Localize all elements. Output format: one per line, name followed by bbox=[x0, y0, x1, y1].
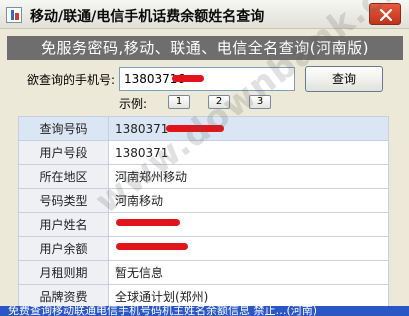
field-value: 河南郑州移动 bbox=[108, 164, 389, 189]
table-row: 月租则期 暂无信息 bbox=[18, 260, 389, 285]
banner-heading: 免服务密码,移动、联通、电信全名查询(河南版) bbox=[7, 36, 403, 60]
number-redaction bbox=[166, 125, 224, 132]
phone-input[interactable] bbox=[119, 67, 295, 91]
field-label: 品牌资费 bbox=[18, 284, 109, 309]
table-row: 用户姓名 bbox=[18, 212, 389, 237]
field-label: 所在地区 bbox=[18, 164, 109, 189]
field-value: 1380371 bbox=[108, 140, 389, 165]
name-redaction bbox=[116, 219, 180, 226]
field-value: 暂无信息 bbox=[108, 260, 389, 285]
example-button-1[interactable]: 1 bbox=[168, 95, 190, 109]
footer-strip: 免费查询移动联通电信手机号码机主姓名余额信息 禁止…(河南) bbox=[0, 306, 409, 316]
title-bar[interactable]: 移动/联通/电信手机话费余额姓名查询 bbox=[0, 0, 409, 29]
table-row: 用户余额 bbox=[18, 236, 389, 261]
table-row: 品牌资费 全球通计划(郑州) bbox=[18, 284, 389, 309]
field-value: 河南移动 bbox=[108, 188, 389, 213]
query-button[interactable]: 查询 bbox=[305, 66, 383, 92]
table-row: 所在地区 河南郑州移动 bbox=[18, 164, 389, 189]
example-button-3[interactable]: 3 bbox=[249, 95, 271, 109]
balance-redaction bbox=[116, 243, 188, 250]
field-value: 全球通计划(郑州) bbox=[108, 284, 389, 309]
app-icon bbox=[6, 7, 22, 23]
phone-label: 欲查询的手机号: bbox=[27, 73, 116, 87]
field-label: 用户余额 bbox=[18, 236, 109, 261]
field-label: 月租则期 bbox=[18, 260, 109, 285]
example-button-2[interactable]: 2 bbox=[208, 95, 230, 109]
table-row: 号码类型 河南移动 bbox=[18, 188, 389, 213]
close-button[interactable] bbox=[369, 3, 401, 25]
footer-text: 免费查询移动联通电信手机号码机主姓名余额信息 禁止…(河南) bbox=[8, 306, 318, 316]
field-label: 用户号段 bbox=[18, 140, 109, 165]
field-label: 号码类型 bbox=[18, 188, 109, 213]
field-value: 1380371 bbox=[108, 116, 389, 141]
app-window: 移动/联通/电信手机话费余额姓名查询 免服务密码,移动、联通、电信全名查询(河南… bbox=[0, 0, 409, 316]
example-label: 示例: bbox=[119, 97, 148, 111]
close-icon bbox=[380, 9, 392, 21]
window-title: 移动/联通/电信手机话费余额姓名查询 bbox=[30, 9, 265, 25]
table-row: 用户号段 1380371 bbox=[18, 140, 389, 165]
field-label: 查询号码 bbox=[18, 116, 109, 141]
result-table: 查询号码 1380371 用户号段 1380371 所在地区 河南郑州移动 号码… bbox=[18, 116, 389, 309]
field-label: 用户姓名 bbox=[18, 212, 109, 237]
input-redaction bbox=[172, 75, 204, 82]
